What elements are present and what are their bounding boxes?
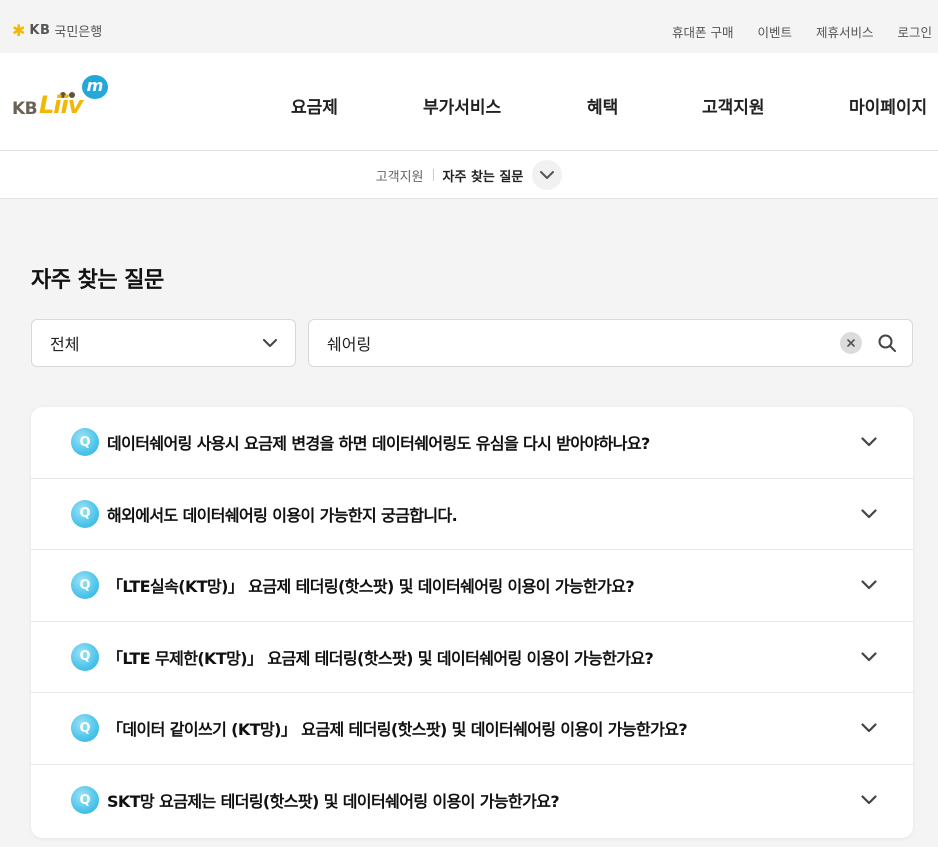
breadcrumb-separator [432, 169, 434, 181]
search-input[interactable] [327, 333, 840, 353]
search-field [308, 319, 913, 367]
faq-question: 해외에서도 데이터쉐어링 이용이 가능한지 궁금합니다. [107, 505, 458, 525]
close-icon [847, 339, 855, 347]
chevron-down-icon [540, 170, 555, 179]
chevron-down-icon [861, 723, 877, 733]
util-link-partner-service[interactable]: 제휴서비스 [816, 22, 874, 41]
logo-kb-text: KB [12, 99, 38, 119]
kb-star-icon: ✱ [12, 20, 26, 40]
breadcrumb-current: 자주 찾는 질문 [442, 169, 524, 185]
faq-item[interactable]: Q 「LTE실속(KT망)」 요금제 테더링(핫스팟) 및 데이터쉐어링 이용이… [31, 550, 913, 622]
util-link-event[interactable]: 이벤트 [757, 22, 792, 41]
faq-item[interactable]: Q 「데이터 같이쓰기 (KT망)」 요금제 테더링(핫스팟) 및 데이터쉐어링… [31, 693, 913, 765]
util-link-login[interactable]: 로그인 [897, 22, 932, 41]
utility-bar: ✱ KB 국민은행 휴대폰 구매 이벤트 제휴서비스 로그인 [0, 0, 938, 53]
question-badge-icon: Q [71, 642, 99, 671]
breadcrumb-parent[interactable]: 고객지원 [376, 166, 424, 185]
clear-search-button[interactable] [840, 332, 862, 354]
faq-item[interactable]: Q 「LTE 무제한(KT망)」 요금제 테더링(핫스팟) 및 데이터쉐어링 이… [31, 622, 913, 693]
category-select[interactable]: 전체 [31, 319, 296, 367]
util-link-phone-purchase[interactable]: 휴대폰 구매 [672, 22, 733, 41]
question-badge-icon: Q [71, 428, 99, 457]
search-button[interactable] [876, 332, 898, 354]
logo-liiv-text: Liiv [39, 91, 83, 119]
logo-m-bubble: m [82, 75, 108, 99]
question-badge-icon: Q [71, 786, 99, 815]
question-badge-icon: Q [71, 714, 99, 743]
nav-item-customer-support[interactable]: 고객지원 [702, 93, 765, 118]
utility-links: 휴대폰 구매 이벤트 제휴서비스 로그인 [672, 22, 932, 41]
faq-question: 데이터쉐어링 사용시 요금제 변경을 하면 데이터쉐어링도 유심을 다시 받아야… [107, 434, 650, 454]
breadcrumb: 고객지원 자주 찾는 질문 [0, 151, 938, 199]
chevron-down-icon [861, 795, 877, 805]
nav-item-benefits[interactable]: 혜택 [587, 93, 618, 118]
liiv-m-logo[interactable]: KB Liiv m [12, 75, 112, 125]
chevron-down-icon [861, 652, 877, 661]
main-header: KB Liiv m 요금제 부가서비스 혜택 고객지원 마이페이지 [0, 53, 938, 151]
page-title: 자주 찾는 질문 [31, 268, 164, 293]
question-badge-icon: Q [71, 571, 99, 600]
faq-question: 「LTE실속(KT망)」 요금제 테더링(핫스팟) 및 데이터쉐어링 이용이 가… [107, 577, 635, 597]
faq-question: 「LTE 무제한(KT망)」 요금제 테더링(핫스팟) 및 데이터쉐어링 이용이… [107, 648, 654, 668]
faq-item[interactable]: Q 해외에서도 데이터쉐어링 이용이 가능한지 궁금합니다. [31, 479, 913, 550]
chevron-down-icon [861, 437, 877, 447]
nav-item-my-page[interactable]: 마이페이지 [849, 93, 927, 118]
question-badge-icon: Q [71, 499, 99, 528]
kb-bank-link[interactable]: ✱ KB 국민은행 [12, 21, 102, 40]
faq-question: 「데이터 같이쓰기 (KT망)」 요금제 테더링(핫스팟) 및 데이터쉐어링 이… [107, 720, 688, 740]
nav-item-addon-services[interactable]: 부가서비스 [423, 93, 501, 118]
faq-question: SKT망 요금제는 테더링(핫스팟) 및 데이터쉐어링 이용이 가능한가요? [107, 792, 560, 812]
kb-bank-name: 국민은행 [54, 25, 103, 40]
chevron-down-icon [861, 580, 877, 590]
kb-bank-prefix: KB [29, 23, 51, 38]
category-select-value: 전체 [50, 335, 80, 354]
faq-list: Q 데이터쉐어링 사용시 요금제 변경을 하면 데이터쉐어링도 유심을 다시 받… [31, 407, 913, 838]
nav-item-plans[interactable]: 요금제 [291, 93, 338, 118]
breadcrumb-dropdown-button[interactable] [532, 160, 563, 190]
chevron-down-icon [263, 338, 277, 347]
search-icon [878, 334, 896, 352]
faq-item[interactable]: Q 데이터쉐어링 사용시 요금제 변경을 하면 데이터쉐어링도 유심을 다시 받… [31, 407, 913, 479]
breadcrumb-bar: 고객지원 자주 찾는 질문 [0, 151, 938, 199]
faq-item[interactable]: Q SKT망 요금제는 테더링(핫스팟) 및 데이터쉐어링 이용이 가능한가요? [31, 765, 913, 837]
chevron-down-icon [861, 509, 877, 518]
